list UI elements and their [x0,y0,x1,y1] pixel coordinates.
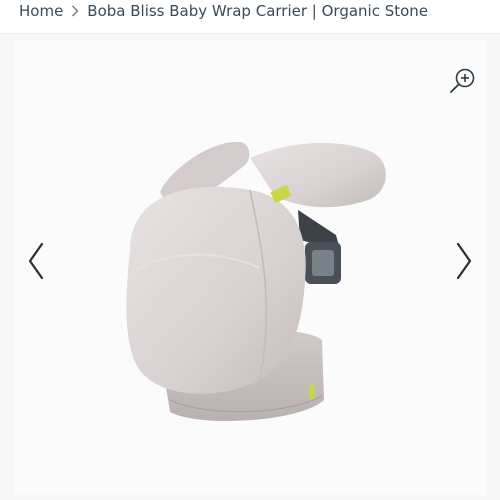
product-gallery [0,33,500,500]
chevron-right-icon [456,242,472,280]
chevron-left-icon [28,242,44,280]
chevron-right-icon [69,4,81,18]
zoom-button[interactable] [442,62,482,102]
zoom-in-icon [450,68,475,93]
breadcrumb: Home Boba Bliss Baby Wrap Carrier | Orga… [19,1,428,21]
baby-wrap-carrier-image[interactable] [100,100,400,430]
breadcrumb-current: Boba Bliss Baby Wrap Carrier | Organic S… [87,2,429,20]
next-image-button[interactable] [448,236,478,286]
previous-image-button[interactable] [22,236,52,286]
breadcrumb-home-link[interactable]: Home [19,2,63,20]
